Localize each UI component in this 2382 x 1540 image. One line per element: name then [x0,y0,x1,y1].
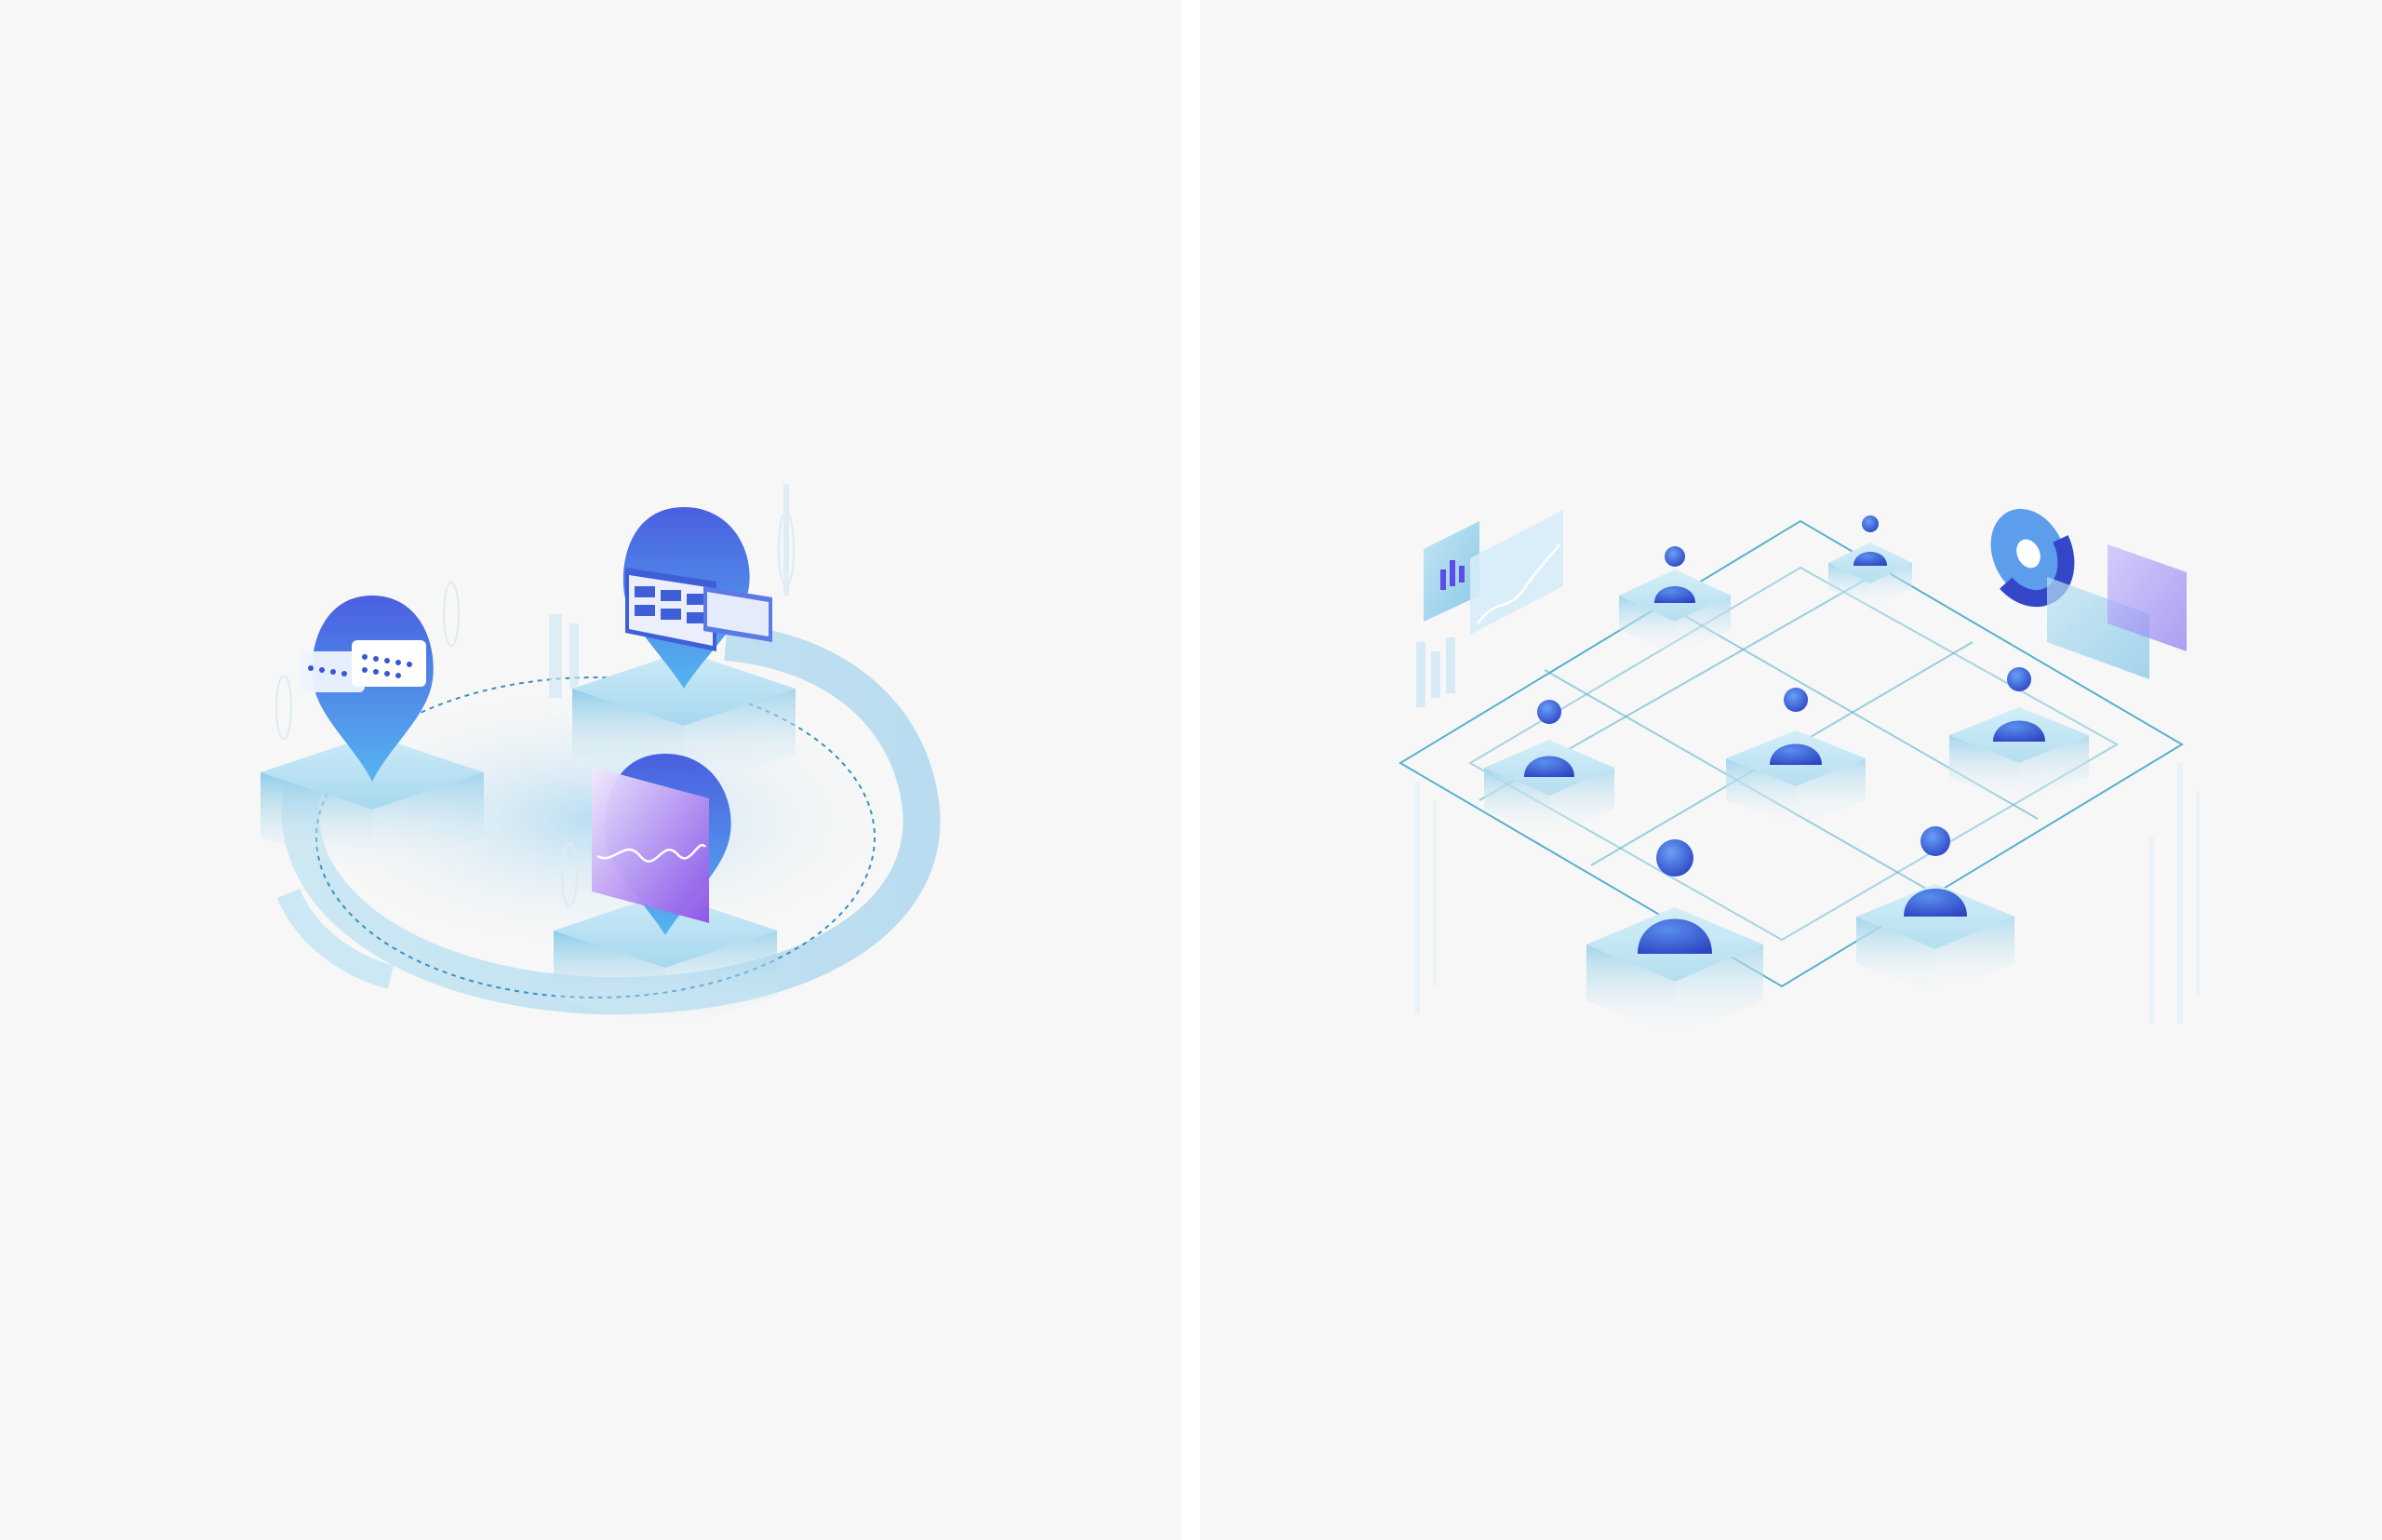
person-icon [1524,700,1574,777]
right-isometric-illustration [1398,500,2200,1038]
person-icon [1904,826,1967,917]
left-isometric-illustration [261,484,941,1033]
left-illustration-panel [0,0,1182,1540]
canvas [0,0,2382,1540]
person-icon [1638,839,1712,954]
person-icon [1770,688,1822,765]
person-node-3 [1484,700,1614,837]
person-node-6 [1586,839,1763,1038]
person-node-2 [1828,516,1912,609]
person-node-5 [1949,667,2089,805]
panel-divider [1182,0,1200,1540]
right-illustration-panel [1200,0,2382,1540]
person-icon [1853,516,1887,566]
person-node-7 [1856,826,2014,996]
person-icon [1993,667,2045,742]
person-node-1 [1619,546,1731,656]
donut-chart-panel-icon [1982,500,2187,679]
